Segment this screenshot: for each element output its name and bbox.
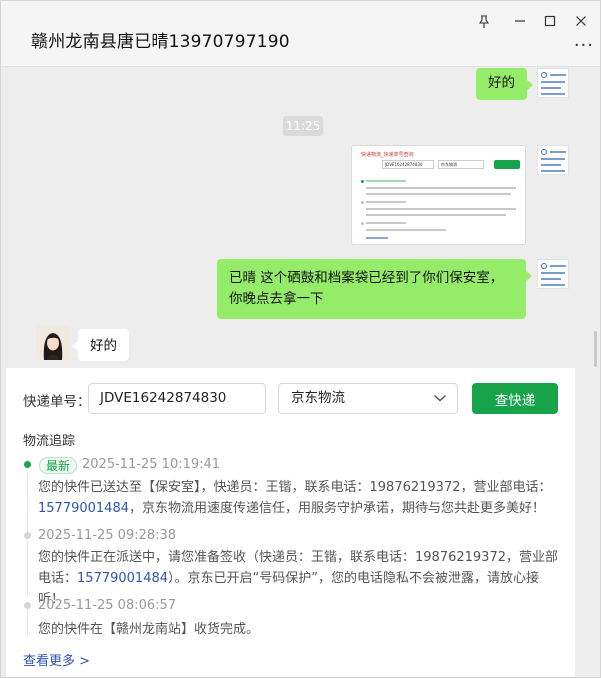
- event-description: 您的快件已送达至【保安室】，快递员：王锴，联系电话：19876219372，营业…: [38, 477, 563, 519]
- pin-icon[interactable]: [471, 9, 497, 33]
- self-avatar[interactable]: [537, 145, 569, 175]
- phone-link[interactable]: 15779001484: [77, 571, 168, 586]
- chat-scrollbar[interactable]: [594, 331, 597, 367]
- thumb-line: [366, 201, 406, 203]
- thumb-dot: [361, 222, 364, 225]
- event-description: 您的快件在【赣州龙南站】收货完成。: [38, 622, 260, 637]
- thumb-select: 京东物流: [438, 160, 484, 169]
- event-text: 您的快件已送达至【保安室】，快递员：王锴，联系电话：19876219372，营业…: [38, 480, 552, 495]
- chevron-down-icon: [434, 394, 446, 402]
- close-icon[interactable]: [568, 9, 594, 33]
- message-list[interactable]: 好的 11:25 快递物流_快递单号查询 JDVE16242874830 京东物…: [1, 68, 600, 368]
- tracking-number-label: 快递单号：: [23, 394, 91, 410]
- chat-title: 赣州龙南县唐已晴13970797190: [31, 32, 290, 52]
- event-time: 2025-11-25 09:28:38: [38, 528, 177, 543]
- more-options-icon[interactable]: ···: [574, 35, 594, 56]
- thumb-line: [366, 187, 516, 189]
- timeline-dot: [24, 532, 31, 539]
- thumb-line: [366, 222, 406, 224]
- maximize-icon[interactable]: [537, 9, 563, 33]
- chat-window: 赣州龙南县唐已晴13970797190 ··· 好的 11:25 快递物流_快递…: [0, 0, 601, 678]
- event-time: 2025-11-25 10:19:41: [82, 457, 221, 472]
- contact-avatar[interactable]: [36, 326, 70, 360]
- express-tracking-panel: 快递单号： JDVE16242874830 京东物流 查快递 物流追踪 最新 2…: [6, 368, 575, 677]
- minimize-icon[interactable]: [507, 9, 533, 33]
- event-text: ，京东物流用速度传递信任，用服务守护承诺，期待与您共赴更多美好！: [128, 501, 545, 516]
- query-express-button[interactable]: 查快递: [472, 383, 558, 414]
- phone-link[interactable]: 15779001484: [38, 501, 129, 516]
- timeline-line: [27, 471, 28, 535]
- timeline-dot-latest: [24, 461, 31, 468]
- thumb-dot: [361, 201, 364, 204]
- thumb-line: [366, 193, 511, 195]
- thumb-button: [494, 160, 520, 169]
- thumb-line: [366, 229, 446, 231]
- section-title: 物流追踪: [23, 434, 76, 449]
- latest-badge: 最新: [39, 457, 77, 474]
- self-avatar[interactable]: [537, 68, 569, 98]
- timeline-line: [27, 540, 28, 596]
- timeline-dot: [24, 602, 31, 609]
- title-bar: 赣州龙南县唐已晴13970797190 ···: [1, 1, 600, 67]
- thumb-line: [366, 214, 506, 216]
- thumb-line: [366, 208, 516, 210]
- event-time: 2025-11-25 08:06:57: [38, 598, 177, 613]
- thumb-title: 快递物流_快递单号查询: [361, 152, 414, 158]
- event-text: 话：: [51, 571, 78, 586]
- image-message[interactable]: 快递物流_快递单号查询 JDVE16242874830 京东物流: [351, 145, 526, 245]
- tracking-number-input[interactable]: JDVE16242874830: [88, 383, 266, 414]
- message-text-line: 你晚点去拿一下: [229, 291, 324, 307]
- message-text-line: 已晴 这个硒鼓和档案袋已经到了你们保安室，: [229, 270, 504, 286]
- thumb-dot: [361, 180, 364, 183]
- courier-select[interactable]: 京东物流: [278, 383, 458, 414]
- time-divider: 11:25: [283, 116, 323, 136]
- message-bubble-sent[interactable]: 已晴 这个硒鼓和档案袋已经到了你们保安室， 你晚点去拿一下: [217, 259, 532, 319]
- message-text: 好的: [90, 338, 117, 354]
- thumb-line: [366, 180, 406, 182]
- thumb-line: [366, 237, 388, 239]
- view-more-link[interactable]: 查看更多 >: [23, 650, 90, 669]
- timeline-line: [27, 608, 28, 636]
- thumb-input: JDVE16242874830: [382, 160, 434, 169]
- message-text: 好的: [488, 75, 515, 91]
- message-bubble-sent[interactable]: 好的: [476, 68, 533, 100]
- self-avatar[interactable]: [537, 259, 569, 289]
- message-bubble-received[interactable]: 好的: [72, 329, 129, 361]
- courier-select-value: 京东物流: [291, 390, 345, 406]
